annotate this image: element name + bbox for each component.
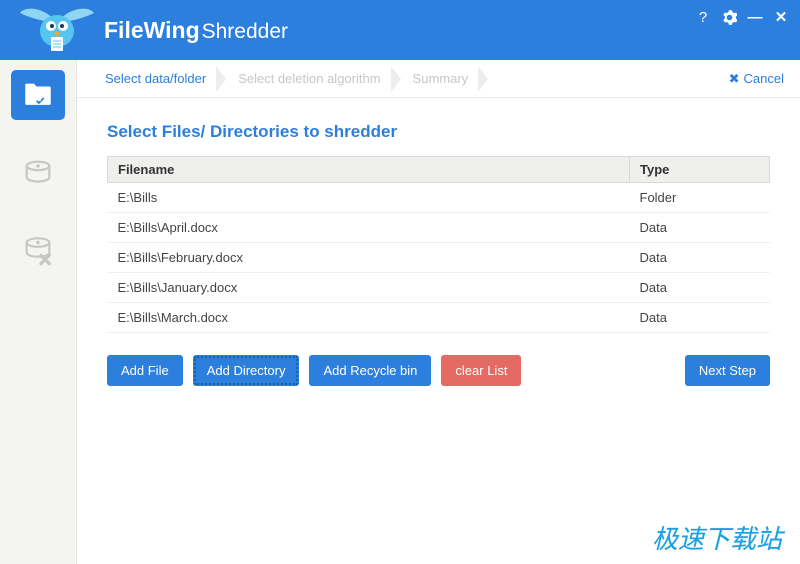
cell-type: Folder — [630, 183, 770, 213]
cell-type: Data — [630, 213, 770, 243]
table-row[interactable]: E:\Bills\February.docx Data — [108, 243, 770, 273]
table-row[interactable]: E:\Bills\January.docx Data — [108, 273, 770, 303]
clear-list-button[interactable]: clear List — [441, 355, 521, 386]
settings-gear-icon[interactable] — [720, 8, 738, 26]
cell-filename: E:\Bills\January.docx — [108, 273, 630, 303]
main-content: Select data/folder Select deletion algor… — [77, 60, 800, 564]
add-directory-button[interactable]: Add Directory — [193, 355, 300, 386]
app-title-thin: Shredder — [202, 20, 288, 44]
breadcrumb: Select data/folder Select deletion algor… — [77, 60, 800, 98]
sidebar-item-drive-delete[interactable] — [11, 226, 65, 276]
title-bar: FileWing Shredder ? — ✕ — [0, 0, 800, 60]
cancel-label: Cancel — [744, 71, 784, 86]
next-step-button[interactable]: Next Step — [685, 355, 770, 386]
col-header-filename[interactable]: Filename — [108, 157, 630, 183]
button-row: Add File Add Directory Add Recycle bin c… — [107, 355, 770, 386]
sidebar — [0, 60, 77, 564]
col-header-type[interactable]: Type — [630, 157, 770, 183]
cell-type: Data — [630, 243, 770, 273]
app-title: FileWing Shredder — [104, 17, 288, 44]
cell-type: Data — [630, 303, 770, 333]
app-title-bold: FileWing — [104, 17, 200, 44]
cell-filename: E:\Bills\March.docx — [108, 303, 630, 333]
table-row[interactable]: E:\Bills\April.docx Data — [108, 213, 770, 243]
close-x-icon: ✖ — [729, 71, 740, 87]
file-table: Filename Type E:\Bills Folder E:\Bills\A… — [107, 156, 770, 333]
help-icon[interactable]: ? — [694, 8, 712, 26]
cell-type: Data — [630, 273, 770, 303]
cell-filename: E:\Bills\April.docx — [108, 213, 630, 243]
sidebar-item-drive[interactable] — [11, 148, 65, 198]
table-row[interactable]: E:\Bills Folder — [108, 183, 770, 213]
panel: Select Files/ Directories to shredder Fi… — [77, 98, 800, 386]
breadcrumb-step-3: Summary — [401, 60, 489, 97]
table-row[interactable]: E:\Bills\March.docx Data — [108, 303, 770, 333]
add-file-button[interactable]: Add File — [107, 355, 183, 386]
close-icon[interactable]: ✕ — [772, 8, 790, 26]
watermark-text: 极速下载站 — [652, 519, 782, 556]
cell-filename: E:\Bills\February.docx — [108, 243, 630, 273]
breadcrumb-step-2: Select deletion algorithm — [226, 60, 400, 97]
app-logo-bird-icon — [18, 3, 96, 57]
window-controls: ? — ✕ — [694, 8, 790, 26]
panel-title: Select Files/ Directories to shredder — [107, 122, 770, 142]
add-recycle-bin-button[interactable]: Add Recycle bin — [309, 355, 431, 386]
minimize-icon[interactable]: — — [746, 8, 764, 26]
sidebar-item-files[interactable] — [11, 70, 65, 120]
breadcrumb-step-1[interactable]: Select data/folder — [93, 60, 226, 97]
cell-filename: E:\Bills — [108, 183, 630, 213]
cancel-button[interactable]: ✖ Cancel — [729, 71, 784, 87]
